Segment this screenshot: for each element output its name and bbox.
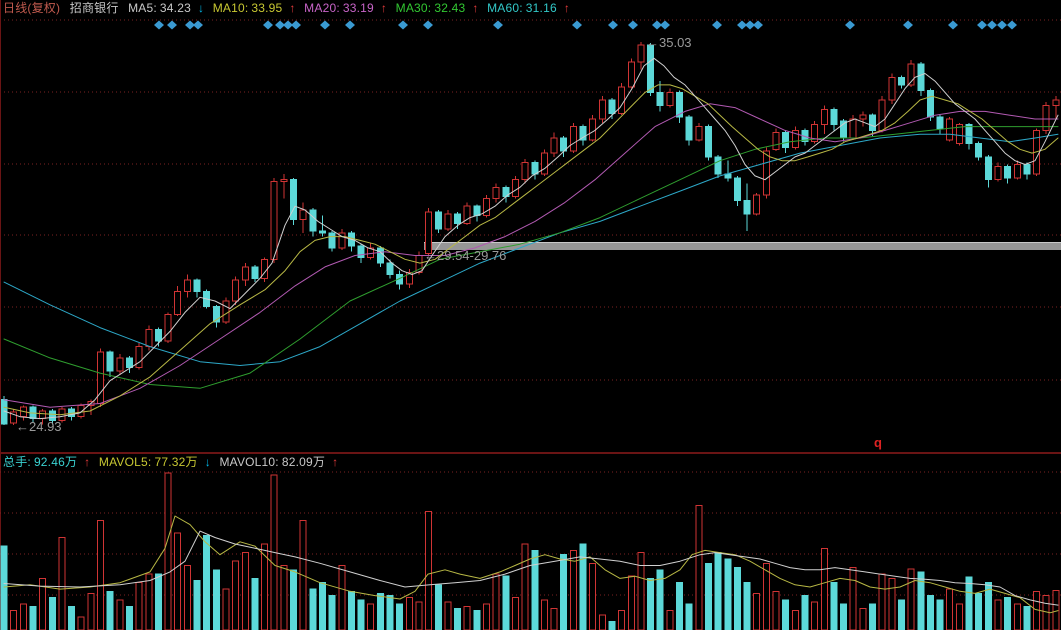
- event-diamond-icon[interactable]: [1007, 21, 1017, 30]
- event-diamond-markers: [154, 21, 1017, 30]
- event-diamond-icon[interactable]: [320, 21, 330, 30]
- total-volume-indicator: 总手:92.46万: [3, 455, 77, 469]
- ma5-indicator: MA5:34.23: [128, 1, 191, 15]
- ma5-trend-arrow-icon: ↓: [198, 1, 204, 15]
- ma-lines: [4, 58, 1058, 418]
- ma30-line: [4, 127, 1058, 389]
- ma5-line: [4, 58, 1058, 418]
- period-label: 日线(复权): [3, 1, 60, 15]
- event-diamond-icon[interactable]: [712, 21, 722, 30]
- stock-chart-app: ←35.03 ←29.54-29.76 ←24.93 q 日线(复权) 招商银行 MA…: [0, 0, 1061, 630]
- event-diamond-icon[interactable]: [948, 21, 958, 30]
- ma10-indicator: MA10:33.95: [213, 1, 283, 15]
- mavol10-line: [4, 531, 1058, 605]
- main-chart-header: 日线(复权) 招商银行 MA5:34.23 ↓ MA10:33.95 ↑ MA20:…: [3, 1, 575, 16]
- panel-chrome: [0, 0, 1061, 630]
- mavol5-line: [4, 516, 1058, 613]
- event-diamond-icon[interactable]: [608, 21, 618, 30]
- main-gridlines: [0, 20, 1061, 380]
- event-diamond-icon[interactable]: [903, 21, 913, 30]
- volume-ma-lines: [4, 516, 1058, 613]
- event-diamond-icon[interactable]: [845, 21, 855, 30]
- ma20-indicator: MA20:33.19: [304, 1, 374, 15]
- event-diamond-icon[interactable]: [977, 21, 987, 30]
- price-annotation: ←35.03: [646, 35, 692, 50]
- event-diamond-icon[interactable]: [997, 21, 1007, 30]
- event-diamond-icon[interactable]: [193, 21, 203, 30]
- ma30-indicator: MA30:32.43: [396, 1, 466, 15]
- event-diamond-icon[interactable]: [753, 21, 763, 30]
- event-diamond-icon[interactable]: [263, 21, 273, 30]
- event-diamond-icon[interactable]: [660, 21, 670, 30]
- mavol5-trend-arrow-icon: ↓: [205, 455, 211, 469]
- event-diamond-icon[interactable]: [493, 21, 503, 30]
- ma60-trend-arrow-icon: ↑: [564, 1, 570, 15]
- event-diamond-icon[interactable]: [423, 21, 433, 30]
- price-band: [424, 242, 1061, 250]
- candles: [1, 42, 1059, 425]
- volume-bars: [1, 473, 1059, 630]
- stock-name: 招商银行: [70, 1, 119, 15]
- price-annotation: ←29.54-29.76: [424, 248, 506, 263]
- event-diamond-icon[interactable]: [167, 21, 177, 30]
- volume-panel-header: 总手:92.46万 ↑ MAVOL5:77.32万 ↓ MAVOL10:82.09万…: [3, 455, 343, 470]
- price-annotation: q: [874, 435, 882, 450]
- total-volume-trend-arrow-icon: ↑: [84, 455, 90, 469]
- ma30-trend-arrow-icon: ↑: [472, 1, 478, 15]
- event-diamond-icon[interactable]: [291, 21, 301, 30]
- ma60-indicator: MA60:31.16: [487, 1, 557, 15]
- mavol10-trend-arrow-icon: ↑: [332, 455, 338, 469]
- event-diamond-icon[interactable]: [154, 21, 164, 30]
- ma20-line: [4, 104, 1058, 407]
- event-diamond-icon[interactable]: [628, 21, 638, 30]
- ma10-trend-arrow-icon: ↑: [289, 1, 295, 15]
- stock-chart-canvas[interactable]: ←35.03 ←29.54-29.76 ←24.93 q: [0, 0, 1061, 630]
- price-annotation: ←24.93: [16, 419, 62, 434]
- event-diamond-icon[interactable]: [398, 21, 408, 30]
- mavol5-indicator: MAVOL5:77.32万: [99, 455, 198, 469]
- event-diamond-icon[interactable]: [987, 21, 997, 30]
- event-diamond-icon[interactable]: [345, 21, 355, 30]
- ma20-trend-arrow-icon: ↑: [381, 1, 387, 15]
- mavol10-indicator: MAVOL10:82.09万: [219, 455, 325, 469]
- event-diamond-icon[interactable]: [572, 21, 582, 30]
